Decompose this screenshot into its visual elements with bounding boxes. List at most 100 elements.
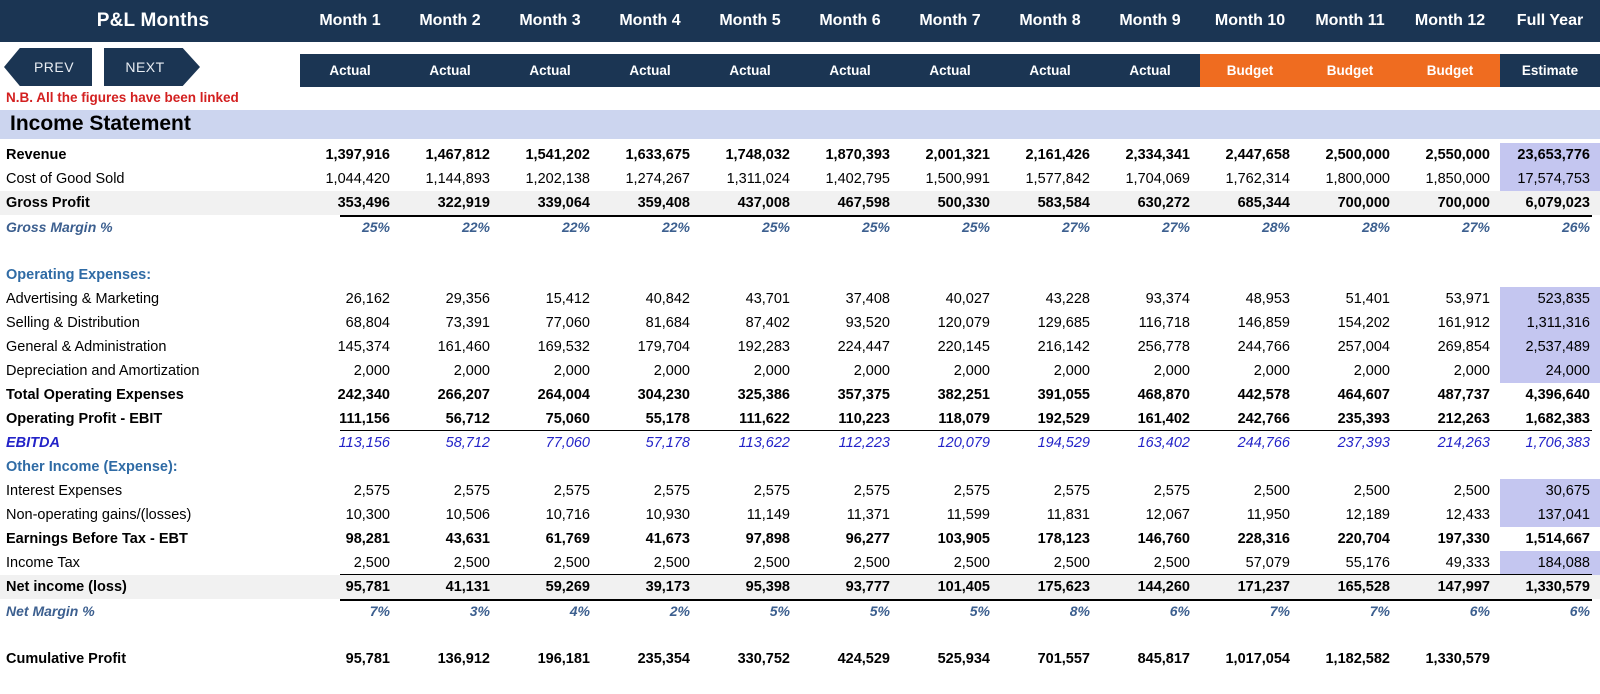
- cell-r10-c12[interactable]: 4,396,640: [1500, 383, 1600, 407]
- cell-r19-c8[interactable]: 6%: [1100, 599, 1200, 623]
- cell-r2-c8[interactable]: 630,272: [1100, 191, 1200, 215]
- cell-r17-c9[interactable]: 57,079: [1200, 551, 1300, 575]
- cell-r16-c5[interactable]: 96,277: [800, 527, 900, 551]
- cell-r3-c2[interactable]: 22%: [500, 215, 600, 239]
- cell-r10-c5[interactable]: 357,375: [800, 383, 900, 407]
- cell-r8-c9[interactable]: 244,766: [1200, 335, 1300, 359]
- cell-r14-c7[interactable]: 2,575: [1000, 479, 1100, 503]
- cell-r14-c0[interactable]: 2,575: [300, 479, 400, 503]
- cell-r21-c7[interactable]: 701,557: [1000, 647, 1100, 671]
- cell-r15-c1[interactable]: 10,506: [400, 503, 500, 527]
- cell-r21-c0[interactable]: 95,781: [300, 647, 400, 671]
- cell-r2-c7[interactable]: 583,584: [1000, 191, 1100, 215]
- cell-r11-c7[interactable]: 192,529: [1000, 407, 1100, 431]
- cell-r12-c7[interactable]: 194,529: [1000, 431, 1100, 455]
- cell-r21-c2[interactable]: 196,181: [500, 647, 600, 671]
- cell-r15-c0[interactable]: 10,300: [300, 503, 400, 527]
- cell-r15-c10[interactable]: 12,189: [1300, 503, 1400, 527]
- cell-r16-c11[interactable]: 197,330: [1400, 527, 1500, 551]
- cell-r15-c2[interactable]: 10,716: [500, 503, 600, 527]
- cell-r11-c4[interactable]: 111,622: [700, 407, 800, 431]
- cell-r3-c8[interactable]: 27%: [1100, 215, 1200, 239]
- cell-r10-c1[interactable]: 266,207: [400, 383, 500, 407]
- cell-r3-c3[interactable]: 22%: [600, 215, 700, 239]
- cell-r18-c6[interactable]: 101,405: [900, 575, 1000, 599]
- cell-r17-c0[interactable]: 2,500: [300, 551, 400, 575]
- cell-r19-c0[interactable]: 7%: [300, 599, 400, 623]
- cell-r19-c3[interactable]: 2%: [600, 599, 700, 623]
- cell-r1-c0[interactable]: 1,044,420: [300, 167, 400, 191]
- cell-r12-c6[interactable]: 120,079: [900, 431, 1000, 455]
- cell-r7-c11[interactable]: 161,912: [1400, 311, 1500, 335]
- cell-r12-c3[interactable]: 57,178: [600, 431, 700, 455]
- cell-r19-c2[interactable]: 4%: [500, 599, 600, 623]
- cell-r7-c8[interactable]: 116,718: [1100, 311, 1200, 335]
- cell-r1-c4[interactable]: 1,311,024: [700, 167, 800, 191]
- cell-r6-c0[interactable]: 26,162: [300, 287, 400, 311]
- cell-r21-c1[interactable]: 136,912: [400, 647, 500, 671]
- cell-r18-c8[interactable]: 144,260: [1100, 575, 1200, 599]
- cell-r17-c11[interactable]: 49,333: [1400, 551, 1500, 575]
- cell-r1-c7[interactable]: 1,577,842: [1000, 167, 1100, 191]
- cell-r0-c10[interactable]: 2,500,000: [1300, 143, 1400, 167]
- cell-r8-c10[interactable]: 257,004: [1300, 335, 1400, 359]
- cell-r3-c11[interactable]: 27%: [1400, 215, 1500, 239]
- cell-r18-c3[interactable]: 39,173: [600, 575, 700, 599]
- cell-r21-c4[interactable]: 330,752: [700, 647, 800, 671]
- cell-r9-c3[interactable]: 2,000: [600, 359, 700, 383]
- cell-r15-c7[interactable]: 11,831: [1000, 503, 1100, 527]
- cell-r16-c9[interactable]: 228,316: [1200, 527, 1300, 551]
- cell-r15-c8[interactable]: 12,067: [1100, 503, 1200, 527]
- cell-r0-c12[interactable]: 23,653,776: [1500, 143, 1600, 167]
- cell-r1-c12[interactable]: 17,574,753: [1500, 167, 1600, 191]
- cell-r17-c3[interactable]: 2,500: [600, 551, 700, 575]
- cell-r10-c9[interactable]: 442,578: [1200, 383, 1300, 407]
- cell-r10-c8[interactable]: 468,870: [1100, 383, 1200, 407]
- cell-r6-c8[interactable]: 93,374: [1100, 287, 1200, 311]
- cell-r0-c4[interactable]: 1,748,032: [700, 143, 800, 167]
- cell-r12-c10[interactable]: 237,393: [1300, 431, 1400, 455]
- cell-r9-c10[interactable]: 2,000: [1300, 359, 1400, 383]
- cell-r7-c0[interactable]: 68,804: [300, 311, 400, 335]
- cell-r0-c9[interactable]: 2,447,658: [1200, 143, 1300, 167]
- cell-r2-c1[interactable]: 322,919: [400, 191, 500, 215]
- cell-r7-c12[interactable]: 1,311,316: [1500, 311, 1600, 335]
- cell-r21-c5[interactable]: 424,529: [800, 647, 900, 671]
- cell-r16-c1[interactable]: 43,631: [400, 527, 500, 551]
- cell-r12-c5[interactable]: 112,223: [800, 431, 900, 455]
- cell-r17-c4[interactable]: 2,500: [700, 551, 800, 575]
- cell-r1-c5[interactable]: 1,402,795: [800, 167, 900, 191]
- cell-r11-c2[interactable]: 75,060: [500, 407, 600, 431]
- cell-r14-c11[interactable]: 2,500: [1400, 479, 1500, 503]
- cell-r18-c9[interactable]: 171,237: [1200, 575, 1300, 599]
- cell-r12-c1[interactable]: 58,712: [400, 431, 500, 455]
- cell-r9-c6[interactable]: 2,000: [900, 359, 1000, 383]
- cell-r16-c0[interactable]: 98,281: [300, 527, 400, 551]
- cell-r19-c7[interactable]: 8%: [1000, 599, 1100, 623]
- cell-r12-c12[interactable]: 1,706,383: [1500, 431, 1600, 455]
- cell-r6-c5[interactable]: 37,408: [800, 287, 900, 311]
- cell-r1-c6[interactable]: 1,500,991: [900, 167, 1000, 191]
- cell-r18-c0[interactable]: 95,781: [300, 575, 400, 599]
- cell-r0-c0[interactable]: 1,397,916: [300, 143, 400, 167]
- cell-r8-c4[interactable]: 192,283: [700, 335, 800, 359]
- cell-r0-c5[interactable]: 1,870,393: [800, 143, 900, 167]
- cell-r12-c9[interactable]: 244,766: [1200, 431, 1300, 455]
- cell-r8-c5[interactable]: 224,447: [800, 335, 900, 359]
- cell-r9-c5[interactable]: 2,000: [800, 359, 900, 383]
- cell-r15-c4[interactable]: 11,149: [700, 503, 800, 527]
- cell-r19-c10[interactable]: 7%: [1300, 599, 1400, 623]
- cell-r7-c9[interactable]: 146,859: [1200, 311, 1300, 335]
- cell-r1-c1[interactable]: 1,144,893: [400, 167, 500, 191]
- cell-r19-c6[interactable]: 5%: [900, 599, 1000, 623]
- cell-r6-c12[interactable]: 523,835: [1500, 287, 1600, 311]
- cell-r17-c12[interactable]: 184,088: [1500, 551, 1600, 575]
- cell-r11-c12[interactable]: 1,682,383: [1500, 407, 1600, 431]
- cell-r11-c9[interactable]: 242,766: [1200, 407, 1300, 431]
- cell-r2-c4[interactable]: 437,008: [700, 191, 800, 215]
- cell-r17-c2[interactable]: 2,500: [500, 551, 600, 575]
- cell-r10-c2[interactable]: 264,004: [500, 383, 600, 407]
- cell-r0-c1[interactable]: 1,467,812: [400, 143, 500, 167]
- cell-r7-c6[interactable]: 120,079: [900, 311, 1000, 335]
- cell-r9-c11[interactable]: 2,000: [1400, 359, 1500, 383]
